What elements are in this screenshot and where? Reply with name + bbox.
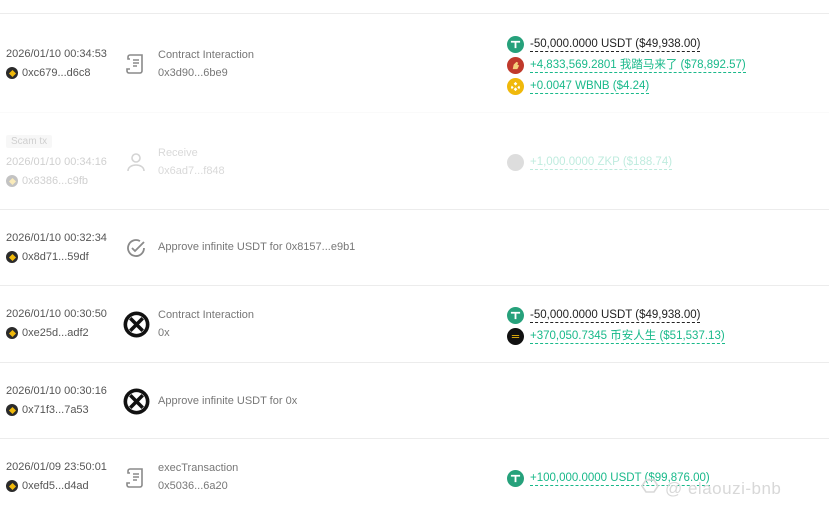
tx-type-address[interactable]: 0x3d90...6be9 [158, 67, 228, 79]
swap-protocol-icon [122, 310, 150, 338]
tx-type-address[interactable]: 0x6ad7...f848 [158, 165, 225, 177]
token-change[interactable]: +1,000.0000 ZKP ($188.74) [507, 154, 673, 171]
token-change[interactable]: -50,000.0000 USDT ($49,938.00) [507, 36, 701, 53]
tx-address[interactable]: 0xe25d...adf2 [6, 327, 89, 339]
user-receive-icon [122, 148, 150, 176]
bnb-icon [507, 78, 524, 95]
watermark-text: @ elaouzi-bnb [665, 478, 782, 498]
tx-address[interactable]: 0xefd5...d4ad [6, 480, 89, 492]
tx-address-text[interactable]: 0x8386...c9fb [22, 175, 88, 187]
tx-address-text[interactable]: 0xe25d...adf2 [22, 327, 89, 339]
tx-address-text[interactable]: 0xc679...d6c8 [22, 67, 91, 79]
watermark: @ elaouzi-bnb [640, 477, 781, 500]
tx-time: 2026/01/10 00:34:16 [6, 156, 107, 168]
tx-type-title: Contract Interaction [158, 309, 254, 321]
tx-type-title: Approve infinite USDT for 0x [158, 395, 298, 407]
tx-row[interactable]: 2026/01/10 00:32:34 0x8d71...59df Approv… [0, 209, 829, 285]
tx-time: 2026/01/10 00:34:53 [6, 48, 107, 60]
token-change-amount[interactable]: +0.0047 WBNB ($4.24) [530, 80, 650, 94]
bnb-chain-icon [6, 480, 18, 492]
tx-type-address[interactable]: 0x5036...6a20 [158, 480, 228, 492]
tx-address-text[interactable]: 0x71f3...7a53 [22, 404, 89, 416]
tx-address[interactable]: 0x71f3...7a53 [6, 404, 89, 416]
token-change-amount[interactable]: +4,833,569.2801 我踏马来了 ($78,892.57) [530, 59, 746, 73]
horse-token-icon [507, 57, 524, 74]
contract-scroll-icon [122, 50, 150, 78]
tx-row[interactable]: 2026/01/09 23:50:01 0xefd5...d4ad execTr… [0, 438, 829, 511]
tx-row[interactable]: 2026/01/10 00:34:53 0xc679...d6c8 Contra… [0, 13, 829, 112]
token-change[interactable]: -50,000.0000 USDT ($49,938.00) [507, 307, 701, 324]
bnb-chain-icon [6, 175, 18, 187]
token-change[interactable]: +4,833,569.2801 我踏马来了 ($78,892.57) [507, 57, 746, 74]
tx-address[interactable]: 0x8386...c9fb [6, 175, 88, 187]
tx-type-title: Receive [158, 147, 198, 159]
contract-scroll-icon [122, 464, 150, 492]
tx-type-address[interactable]: 0x [158, 327, 170, 339]
tx-type-title: Approve infinite USDT for 0x8157...e9b1 [158, 241, 356, 253]
bnb-chain-icon [6, 67, 18, 79]
tx-address[interactable]: 0xc679...d6c8 [6, 67, 91, 79]
binance-life-token-icon [507, 328, 524, 345]
usdt-icon [507, 36, 524, 53]
token-change-amount[interactable]: -50,000.0000 USDT ($49,938.00) [530, 309, 701, 323]
zkp-token-icon [507, 154, 524, 171]
token-change-amount[interactable]: +370,050.7345 币安人生 ($51,537.13) [530, 330, 725, 344]
bnb-chain-icon [6, 404, 18, 416]
usdt-icon [507, 470, 524, 487]
tx-address-text[interactable]: 0xefd5...d4ad [22, 480, 89, 492]
tx-row[interactable]: 2026/01/10 00:30:50 0xe25d...adf2 Contra… [0, 285, 829, 362]
usdt-icon [507, 307, 524, 324]
token-change-amount[interactable]: -50,000.0000 USDT ($49,938.00) [530, 38, 701, 52]
swap-protocol-icon [122, 387, 150, 415]
tx-time: 2026/01/10 00:30:16 [6, 385, 107, 397]
tx-row-scam[interactable]: Scam tx 2026/01/10 00:34:16 0x8386...c9f… [0, 112, 829, 209]
tx-time: 2026/01/10 00:30:50 [6, 308, 107, 320]
tx-time: 2026/01/09 23:50:01 [6, 461, 107, 473]
tx-type-title: execTransaction [158, 462, 239, 474]
bnb-chain-icon [6, 327, 18, 339]
scam-badge: Scam tx [6, 135, 53, 148]
approve-check-icon [122, 234, 150, 262]
tx-address[interactable]: 0x8d71...59df [6, 251, 89, 263]
tx-time: 2026/01/10 00:32:34 [6, 232, 107, 244]
watermark-logo-icon [640, 477, 660, 500]
tx-row[interactable]: 2026/01/10 00:30:16 0x71f3...7a53 Approv… [0, 362, 829, 438]
token-change[interactable]: +370,050.7345 币安人生 ($51,537.13) [507, 328, 725, 345]
tx-address-text[interactable]: 0x8d71...59df [22, 251, 89, 263]
token-change[interactable]: +0.0047 WBNB ($4.24) [507, 78, 650, 95]
token-change-amount[interactable]: +1,000.0000 ZKP ($188.74) [530, 156, 673, 170]
tx-type-title: Contract Interaction [158, 49, 254, 61]
bnb-chain-icon [6, 251, 18, 263]
